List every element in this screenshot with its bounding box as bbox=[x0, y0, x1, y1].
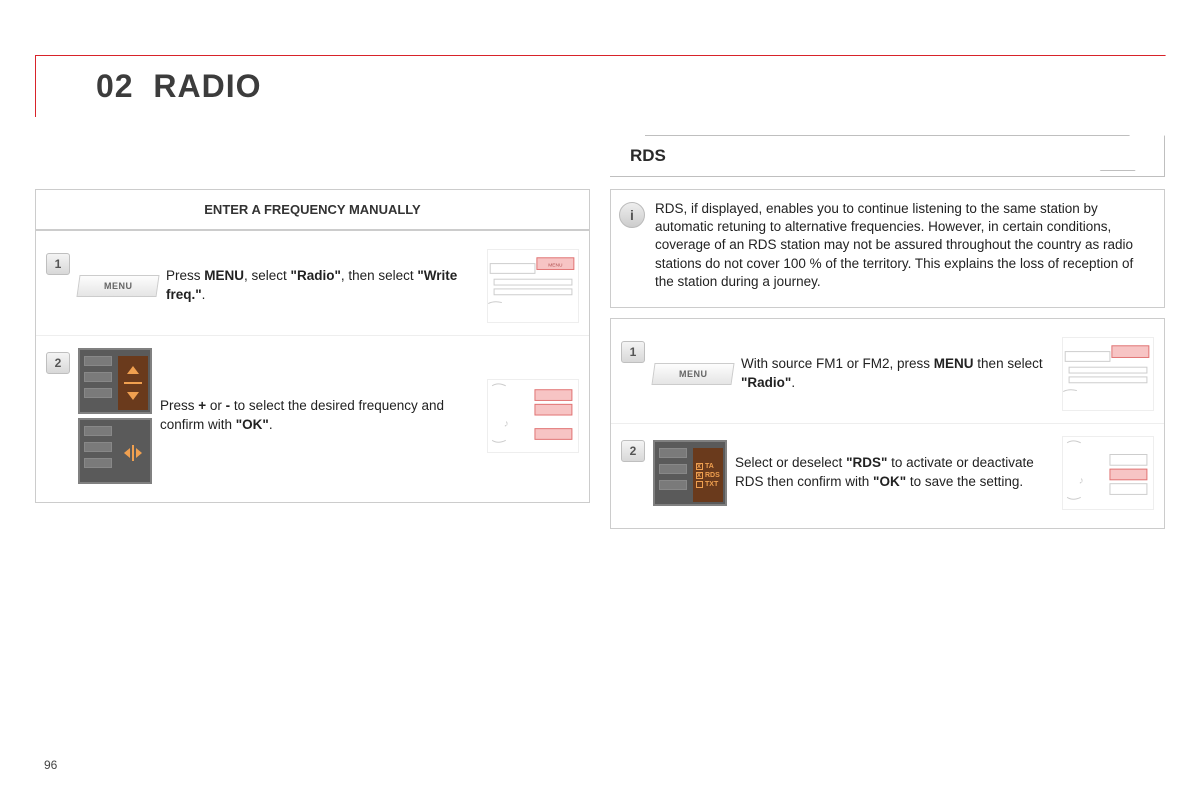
diagram-menu-label: MENU bbox=[548, 263, 563, 269]
screen-leftright-icon bbox=[78, 418, 152, 484]
left-column: ENTER A FREQUENCY MANUALLY 1 MENU Press … bbox=[35, 135, 590, 529]
right-column: RDS i RDS, if displayed, enables you to … bbox=[610, 135, 1165, 529]
left-steps-panel: 1 MENU Press MENU, select "Radio", then … bbox=[35, 230, 590, 503]
left-step-1: 1 MENU Press MENU, select "Radio", then … bbox=[36, 237, 589, 335]
info-icon: i bbox=[619, 202, 645, 228]
right-steps-panel: 1 MENU With source FM1 or FM2, press MEN… bbox=[610, 318, 1165, 529]
dashboard-diagram-buttons: ♪ bbox=[487, 379, 579, 453]
left-heading: ENTER A FREQUENCY MANUALLY bbox=[35, 189, 590, 230]
page-header: 02 RADIO bbox=[35, 55, 1165, 117]
step-number-badge: 1 bbox=[621, 341, 645, 363]
alignment-spacer bbox=[35, 135, 590, 189]
rds-heading: RDS bbox=[630, 146, 1144, 166]
dashboard-diagram-buttons: ♪ bbox=[1062, 436, 1154, 510]
menu-button-icon: MENU bbox=[76, 275, 159, 297]
dashboard-diagram-menu: MENU bbox=[487, 249, 579, 323]
step-number-badge: 2 bbox=[621, 440, 645, 462]
step-text: With source FM1 or FM2, press MENU then … bbox=[741, 355, 1054, 393]
step-text: Select or deselect "RDS" to activate or … bbox=[735, 454, 1054, 492]
step-icon: MENU bbox=[78, 275, 158, 297]
rds-heading-box: RDS bbox=[610, 135, 1165, 177]
screen-rds-icon: TA RDS TXT bbox=[653, 440, 727, 506]
step-text: Press MENU, select "Radio", then select … bbox=[166, 267, 479, 305]
svg-text:♪: ♪ bbox=[1079, 476, 1084, 487]
right-step-1: 1 MENU With source FM1 or FM2, press MEN… bbox=[611, 325, 1164, 423]
section-number: 02 bbox=[96, 68, 134, 104]
step-icon: TA RDS TXT bbox=[653, 440, 727, 506]
step-icon: MENU bbox=[653, 363, 733, 385]
step-number-badge: 2 bbox=[46, 352, 70, 374]
step-text: Press + or - to select the desired frequ… bbox=[160, 397, 479, 435]
dashboard-diagram-menu bbox=[1062, 337, 1154, 411]
right-step-2: 2 TA RDS TXT Select or deselect "RDS" to… bbox=[611, 423, 1164, 522]
content-area: ENTER A FREQUENCY MANUALLY 1 MENU Press … bbox=[35, 135, 1165, 529]
page-number: 96 bbox=[44, 758, 57, 772]
right-info-panel: i RDS, if displayed, enables you to cont… bbox=[610, 189, 1165, 308]
info-text: RDS, if displayed, enables you to contin… bbox=[655, 200, 1152, 291]
left-step-2: 2 Press + or - to select the desired fr bbox=[36, 335, 589, 496]
info-row: i RDS, if displayed, enables you to cont… bbox=[611, 194, 1164, 303]
screen-updown-icon bbox=[78, 348, 152, 414]
menu-button-icon: MENU bbox=[651, 363, 734, 385]
svg-text:♪: ♪ bbox=[504, 419, 509, 430]
step-number-badge: 1 bbox=[46, 253, 70, 275]
section-name: RADIO bbox=[153, 68, 261, 104]
step-icons bbox=[78, 348, 152, 484]
page-title: 02 RADIO bbox=[96, 68, 261, 105]
